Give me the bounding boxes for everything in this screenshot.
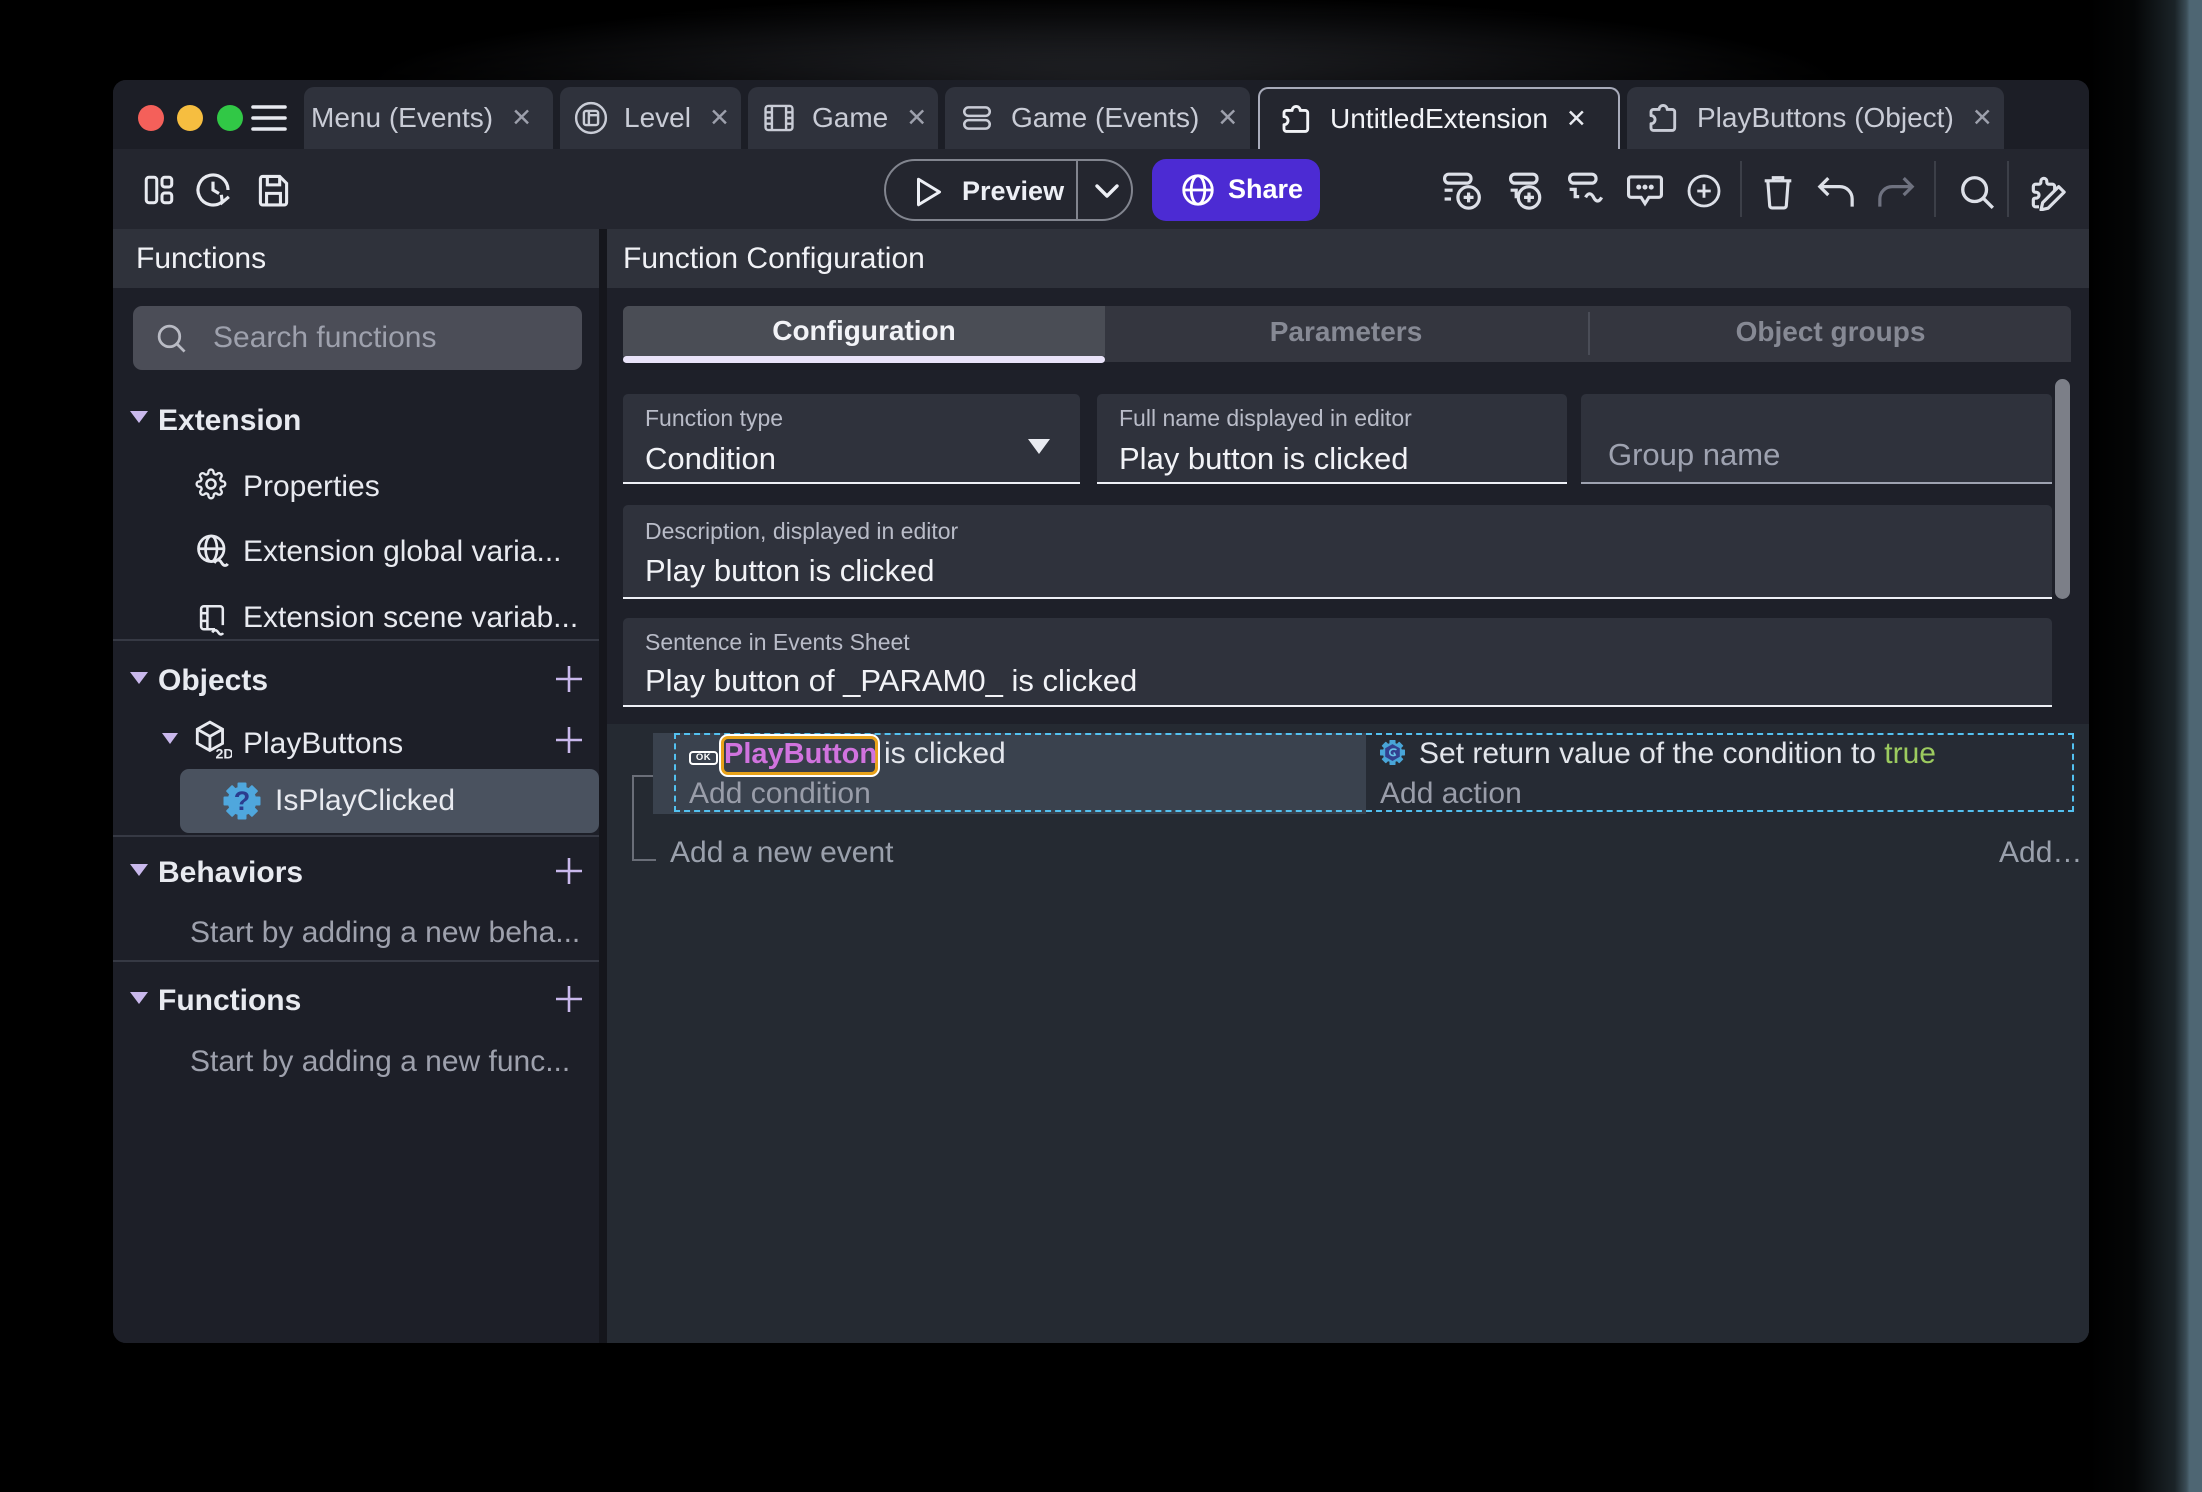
svg-text:2D: 2D [215, 746, 232, 761]
svg-text:?: ? [234, 786, 251, 816]
